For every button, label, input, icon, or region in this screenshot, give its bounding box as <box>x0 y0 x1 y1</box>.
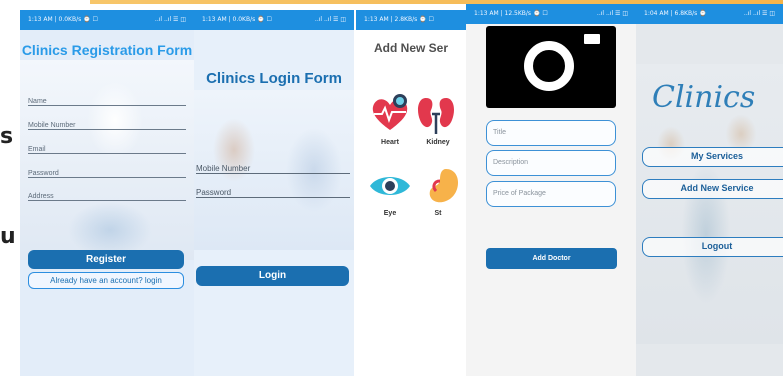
register-button[interactable]: Register <box>28 250 184 269</box>
login-screen: 1:13 AM | 0.0KB/s ⌚ ☐ ..ıl ..ıl ☰ ◫ Clin… <box>194 10 354 376</box>
eye-icon <box>370 177 410 195</box>
page-title: Clinics Login Form <box>206 70 342 87</box>
camera-icon[interactable] <box>486 26 616 108</box>
service-label: Eye <box>383 210 397 217</box>
price-input[interactable]: Price of Package <box>486 181 616 207</box>
camera-lens <box>524 41 574 91</box>
address-field[interactable]: Address <box>28 185 186 201</box>
status-bar: 1:13 AM | 0.0KB/s ⌚ ☐ ..ıl ..ıl ☰ ◫ <box>194 10 354 30</box>
camera-flash <box>584 34 600 44</box>
service-tile-kidney[interactable]: Kidney <box>414 92 466 152</box>
login-button[interactable]: Login <box>196 266 349 286</box>
service-label: St <box>434 210 442 217</box>
logout-button[interactable]: Logout <box>642 237 783 257</box>
description-input[interactable]: Description <box>486 150 616 176</box>
status-bar: 1:13 AM | 12.5KB/s ⌚ ☐ ..ıl ..ıl ☰ ◫ <box>466 4 636 24</box>
login-link-button[interactable]: Already have an account? login <box>28 272 184 289</box>
add-doctor-screen: 1:13 AM | 12.5KB/s ⌚ ☐ ..ıl ..ıl ☰ ◫ Tit… <box>466 4 636 376</box>
service-tile-stomach[interactable]: St <box>416 165 466 230</box>
kidney-icon <box>418 98 454 134</box>
password-field[interactable]: Password <box>196 182 350 198</box>
cut-off-letter: u <box>0 224 16 249</box>
service-tile-heart[interactable]: Heart <box>368 92 412 152</box>
service-label: Heart <box>381 139 399 146</box>
add-service-screen: 1:13 AM | 2.8KB/s ⌚ ☐ Add New Ser Heart … <box>356 10 466 376</box>
status-time: 1:04 AM | 6.8KB/s ⌚ <box>644 10 707 17</box>
add-new-service-button[interactable]: Add New Service <box>642 179 783 199</box>
status-bar: 1:13 AM | 2.8KB/s ⌚ ☐ <box>356 10 466 30</box>
name-field[interactable]: Name <box>28 90 186 106</box>
field-label: Mobile Number <box>28 122 76 129</box>
status-bar: 1:13 AM | 0.0KB/s ⌚ ☐ ..ıl ..ıl ☰ ◫ <box>20 10 194 30</box>
my-services-button[interactable]: My Services <box>642 147 783 167</box>
signal-icon: ..ıl ..ıl ☰ ◫ <box>154 16 186 23</box>
title-input[interactable]: Title <box>486 120 616 146</box>
add-doctor-button[interactable]: Add Doctor <box>486 248 617 269</box>
status-time: 1:13 AM | 2.8KB/s ⌚ ☐ <box>364 16 434 23</box>
status-time: 1:13 AM | 0.0KB/s ⌚ ☐ <box>202 16 272 23</box>
field-label: Password <box>196 188 232 197</box>
status-bar: 1:04 AM | 6.8KB/s ⌚ ..ıl ..ıl ☰ ◫ <box>636 4 783 24</box>
service-label: Kidney <box>426 139 450 146</box>
status-time: 1:13 AM | 12.5KB/s ⌚ ☐ <box>474 10 548 17</box>
app-logo: Clinics <box>652 80 756 115</box>
page-title: Add New Ser <box>374 41 449 55</box>
heart-icon <box>372 94 408 130</box>
stomach-icon <box>429 169 458 203</box>
page-title: Clinics Registration Form <box>21 42 193 58</box>
field-label: Name <box>28 98 47 105</box>
cut-off-letter: s <box>0 124 14 149</box>
field-label: Email <box>28 146 46 153</box>
signal-icon: ..ıl ..ıl ☰ ◫ <box>314 16 346 23</box>
registration-screen: 1:13 AM | 0.0KB/s ⌚ ☐ ..ıl ..ıl ☰ ◫ Clin… <box>20 10 194 376</box>
field-label: Password <box>28 170 59 177</box>
signal-icon: ..ıl ..ıl ☰ ◫ <box>743 10 775 17</box>
mobile-number-field[interactable]: Mobile Number <box>196 158 350 174</box>
password-field[interactable]: Password <box>28 162 186 178</box>
home-screen: 1:04 AM | 6.8KB/s ⌚ ..ıl ..ıl ☰ ◫ Clinic… <box>636 4 783 376</box>
field-label: Address <box>28 193 54 200</box>
field-label: Mobile Number <box>196 164 251 173</box>
mobile-number-field[interactable]: Mobile Number <box>28 114 186 130</box>
signal-icon: ..ıl ..ıl ☰ ◫ <box>596 10 628 17</box>
status-time: 1:13 AM | 0.0KB/s ⌚ ☐ <box>28 16 98 23</box>
service-tile-eye[interactable]: Eye <box>368 170 412 230</box>
email-field[interactable]: Email <box>28 138 186 154</box>
